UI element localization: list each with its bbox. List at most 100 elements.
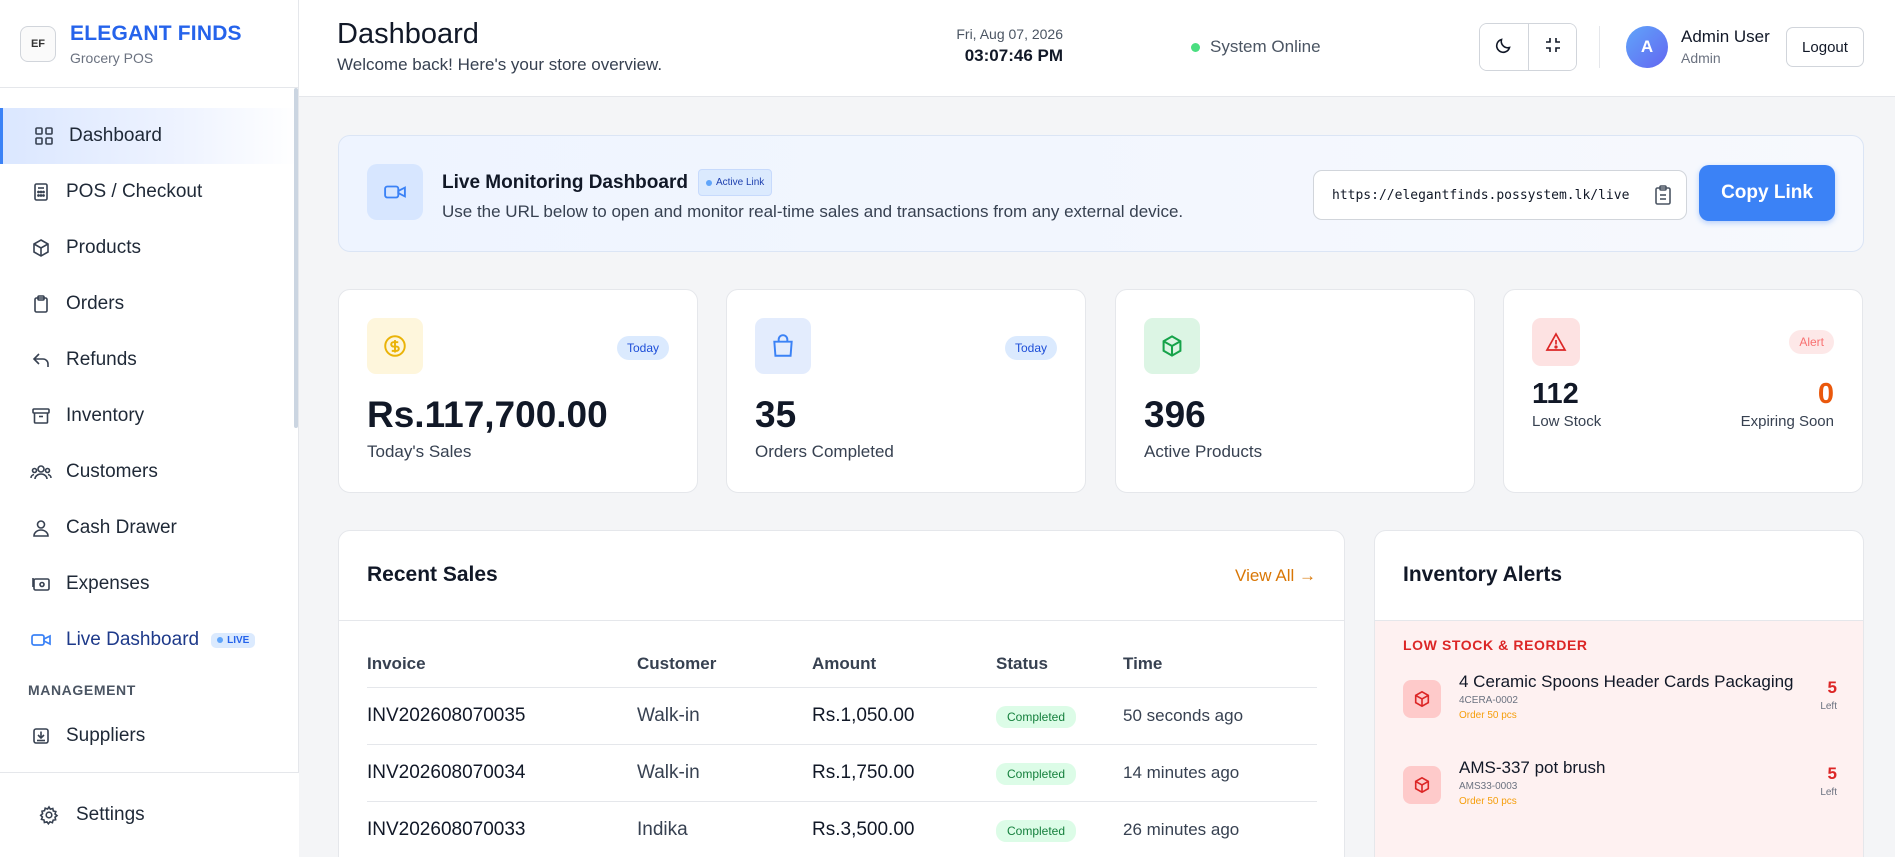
- fullscreen-button[interactable]: [1528, 24, 1576, 70]
- sidebar-nav: Dashboard POS / Checkout Products Orders…: [0, 88, 298, 764]
- alert-badge: Alert: [1789, 330, 1834, 354]
- wallet-icon: [30, 573, 52, 595]
- users-icon: [30, 461, 52, 483]
- clipboard-icon: [30, 293, 52, 315]
- brand-subtitle: Grocery POS: [70, 49, 154, 66]
- sidebar-item-dashboard[interactable]: Dashboard: [0, 108, 298, 164]
- sidebar-item-label: POS / Checkout: [66, 181, 203, 202]
- item-sku: AMS33-0003: [1459, 781, 1518, 792]
- customer-cell: Walk-in: [637, 687, 812, 745]
- dollar-coin-icon: [367, 318, 423, 374]
- orders-completed-value: 35: [755, 394, 797, 435]
- time-cell: 14 minutes ago: [1123, 744, 1317, 802]
- stat-card-sales: Today Rs.117,700.00 Today's Sales: [338, 289, 698, 493]
- expiring-soon-value: 0: [1817, 378, 1834, 410]
- invoice-cell: INV202608070035: [367, 687, 637, 745]
- sidebar-item-label: Orders: [66, 293, 125, 314]
- inbox-icon: [30, 725, 52, 747]
- sidebar-item-label: Refunds: [66, 349, 137, 370]
- sidebar-item-live-dashboard[interactable]: Live Dashboard LIVE: [0, 612, 298, 668]
- undo-arrow-icon: [30, 349, 52, 371]
- column-header[interactable]: Invoice: [367, 641, 637, 688]
- sidebar-item-settings[interactable]: Settings: [0, 772, 299, 857]
- status-cell: Completed: [996, 801, 1123, 857]
- customer-cell: Walk-in: [637, 744, 812, 802]
- expiring-soon-label: Expiring Soon: [1740, 413, 1834, 430]
- low-stock-value: 112: [1532, 378, 1579, 410]
- sidebar-item-label: Cash Drawer: [66, 517, 177, 538]
- sidebar: EF ELEGANT FINDS Grocery POS Dashboard P…: [0, 0, 299, 857]
- sidebar-item-products[interactable]: Products: [0, 220, 298, 276]
- banner-title: Live Monitoring Dashboard Active Link: [442, 169, 773, 196]
- stat-card-alerts: Alert 112 Low Stock 0 Expiring Soon: [1503, 289, 1863, 493]
- archive-icon: [30, 405, 52, 427]
- inventory-alerts-title: Inventory Alerts: [1403, 563, 1563, 586]
- status-cell: Completed: [996, 744, 1123, 802]
- sidebar-scrollbar[interactable]: [294, 88, 298, 428]
- orders-completed-label: Orders Completed: [755, 442, 894, 461]
- today-badge: Today: [1004, 336, 1057, 360]
- active-link-badge: Active Link: [697, 169, 773, 196]
- table-row[interactable]: INV202608070033 Indika Rs.3,500.00 Compl…: [367, 801, 1317, 857]
- amount-cell: Rs.3,500.00: [812, 801, 996, 857]
- sidebar-item-suppliers[interactable]: Suppliers: [0, 708, 298, 764]
- stat-card-products: 396 Active Products: [1115, 289, 1475, 493]
- table-row[interactable]: INV202608070035 Walk-in Rs.1,050.00 Comp…: [367, 687, 1317, 745]
- sidebar-item-inventory[interactable]: Inventory: [0, 388, 298, 444]
- brand[interactable]: EF ELEGANT FINDS Grocery POS: [0, 0, 298, 88]
- item-name: 4 Ceramic Spoons Header Cards Packaging: [1459, 672, 1794, 691]
- todays-sales-value: Rs.117,700.00: [367, 394, 608, 435]
- sidebar-item-label: Live Dashboard: [66, 629, 200, 650]
- low-stock-label: Low Stock: [1532, 413, 1602, 430]
- recent-sales-title: Recent Sales: [367, 563, 498, 586]
- avatar[interactable]: A: [1626, 26, 1668, 68]
- customer-cell: Indika: [637, 801, 812, 857]
- user-role: Admin: [1681, 50, 1721, 66]
- sidebar-item-label: Customers: [66, 461, 158, 482]
- grid-icon: [33, 125, 55, 147]
- recent-sales-table: Invoice Customer Amount Status Time INV2…: [367, 641, 1317, 857]
- live-url-field[interactable]: https://elegantfinds.possystem.lk/live: [1313, 170, 1687, 220]
- list-item[interactable]: AMS-337 pot brush AMS33-0003 Order 50 pc…: [1403, 756, 1837, 816]
- nav-section-management: MANAGEMENT: [28, 682, 136, 698]
- copy-link-button[interactable]: Copy Link: [1699, 165, 1835, 221]
- sidebar-item-label: Dashboard: [69, 125, 162, 146]
- shopping-bag-icon: [755, 318, 811, 374]
- amount-cell: Rs.1,050.00: [812, 687, 996, 745]
- system-status: System Online: [1191, 37, 1321, 57]
- column-header[interactable]: Time: [1123, 641, 1317, 688]
- column-header[interactable]: Status: [996, 641, 1123, 688]
- fullscreen-icon: [1543, 35, 1563, 60]
- moon-icon: [1494, 35, 1514, 60]
- sidebar-item-customers[interactable]: Customers: [0, 444, 298, 500]
- list-item[interactable]: 4 Ceramic Spoons Header Cards Packaging …: [1403, 670, 1837, 730]
- banner-description: Use the URL below to open and monitor re…: [442, 202, 1184, 221]
- live-badge: LIVE: [211, 632, 256, 648]
- dark-mode-button[interactable]: [1480, 24, 1528, 70]
- sidebar-item-expenses[interactable]: Expenses: [0, 556, 298, 612]
- sidebar-item-label: Inventory: [66, 405, 145, 426]
- invoice-cell: INV202608070034: [367, 744, 637, 802]
- settings-label: Settings: [76, 804, 145, 825]
- sidebar-item-pos-checkout[interactable]: POS / Checkout: [0, 164, 298, 220]
- warning-triangle-icon: [1532, 318, 1580, 366]
- sidebar-item-orders[interactable]: Orders: [0, 276, 298, 332]
- low-stock-section-label: LOW STOCK & REORDER: [1403, 637, 1588, 653]
- item-qty: 5: [1827, 678, 1837, 697]
- top-header: Dashboard Welcome back! Here's your stor…: [299, 0, 1895, 97]
- calculator-icon: [30, 181, 52, 203]
- active-products-value: 396: [1144, 394, 1206, 435]
- item-name: AMS-337 pot brush: [1459, 758, 1606, 777]
- header-button-group: [1479, 23, 1577, 71]
- view-all-link[interactable]: View All →: [1235, 566, 1316, 586]
- sidebar-item-refunds[interactable]: Refunds: [0, 332, 298, 388]
- logout-button[interactable]: Logout: [1786, 27, 1864, 67]
- item-reorder: Order 50 pcs: [1459, 710, 1517, 721]
- item-sku: 4CERA-0002: [1459, 695, 1518, 706]
- table-row[interactable]: INV202608070034 Walk-in Rs.1,750.00 Comp…: [367, 744, 1317, 802]
- column-header[interactable]: Amount: [812, 641, 996, 688]
- column-header[interactable]: Customer: [637, 641, 812, 688]
- clipboard-copy-icon[interactable]: [1654, 184, 1672, 210]
- sidebar-item-cash-drawer[interactable]: Cash Drawer: [0, 500, 298, 556]
- page-subtitle: Welcome back! Here's your store overview…: [337, 55, 663, 74]
